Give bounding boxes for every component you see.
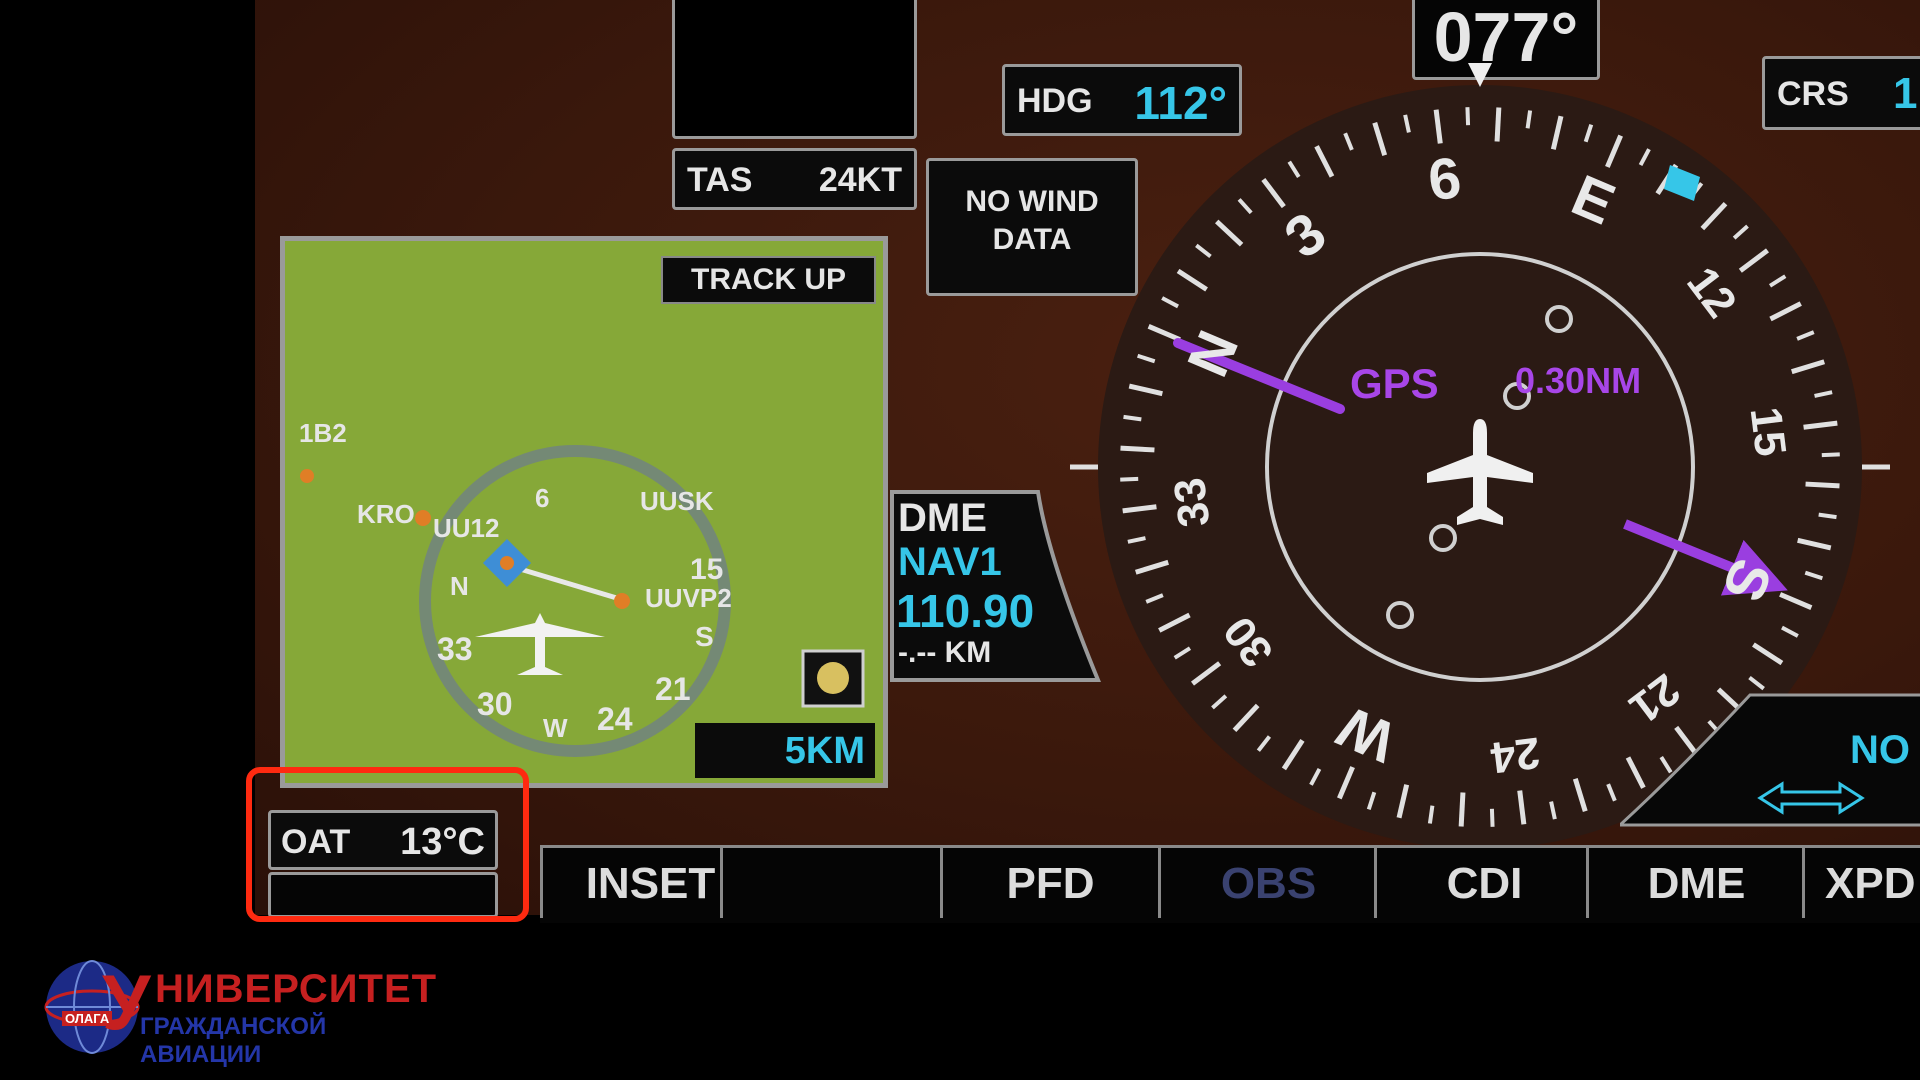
hsi-tick [1427,805,1435,824]
highlight-annotation-box [246,767,529,922]
dme-frequency: 110.90 [896,585,1035,637]
hsi-heading-label: 33 [1165,475,1220,530]
softkey-xpdr[interactable]: XPD [1802,848,1920,918]
hsi-tick [1123,414,1142,422]
cockpit-screen: TAS 24KT HDG 112° NO WIND DATA 077° CRS … [0,0,1920,1080]
hsi-tick [1821,452,1840,458]
softkey-cdi[interactable]: CDI [1374,848,1592,918]
inset-compass-label-6: 21 [655,671,691,707]
hsi-tick [1525,110,1533,129]
hsi-nav-source: GPS [1350,360,1439,407]
inset-range-label: 5KM [695,723,875,778]
hsi-heading-label: 24 [1488,728,1543,783]
hsi-heading-label: 15 [1741,404,1796,459]
logo-ring-text: ОЛАГА [62,1011,113,1026]
inset-compass-label-9: 6 [535,483,550,513]
hsi-tick [1465,107,1471,126]
inset-compass-label-3: 30 [477,686,513,722]
inset-declutter-icon-glyph [817,662,849,694]
inset-waypoint-dot-3 [415,510,431,526]
softkey-obs[interactable]: OBS [1158,848,1376,918]
dme-window[interactable]: DME NAV1 110.90 -.-- KM [888,488,1088,683]
hsi-tick [1489,808,1495,827]
tas-value: 24KT [818,161,902,199]
softkey-dme[interactable]: DME [1586,848,1804,918]
hsi-lubber-top [1468,63,1492,87]
hsi-tick [1120,445,1155,453]
inset-compass-label-2: 33 [437,631,473,667]
inset-compass-label-1: N [450,571,469,601]
softkey-pfd[interactable]: PFD [940,848,1158,918]
softkey-blank[interactable] [720,848,938,918]
inset-waypoint-dot-2 [614,593,630,609]
dme-distance: -.-- KM [898,636,992,669]
logo-subtitle: ГРАЖДАНСКОЙ АВИАЦИИ [140,1013,327,1068]
inset-waypoint-label-1: 1B2 [299,418,347,448]
hsi-tick [1458,792,1466,827]
university-logo: У НИВЕРСИТЕТ ГРАЖДАНСКОЙ АВИАЦИИ ОЛАГА [40,955,436,1068]
inset-compass-label-8: S [695,621,714,652]
hsi-tick [1805,481,1840,489]
inset-map[interactable]: TRACK UP 5KM 1B2 KRO UUSK UU12 UUVP2 N 3… [280,236,888,788]
inset-waypoint-dot-4 [300,469,314,483]
softkey-bar: INSET PFD OBS CDI DME XPD [540,845,1920,923]
logo-title: НИВЕРСИТЕТ [155,967,438,1011]
inset-waypoint-label-5: UUVP2 [645,583,732,613]
inset-compass-label-7: 15 [690,553,724,586]
inset-waypoint-label-2: KRO [357,499,415,529]
hsi-tick [1494,107,1502,142]
hsi-tick [1818,512,1837,520]
tas-box: TAS 24KT [672,148,917,210]
top-black-window [672,0,917,139]
dme-title: DME [898,496,987,540]
inset-waypoint-label-3: UUSK [640,486,714,516]
inset-route-line [509,563,621,602]
hsi-distance: 0.30NM [1515,360,1642,401]
inset-waypoint-label-4: UU12 [433,513,500,543]
inset-compass-label-4: W [543,713,568,743]
dme-source: NAV1 [898,540,1002,584]
hsi-tick [1120,476,1139,482]
inset-compass-label-5: 24 [597,701,633,737]
inset-ownship-aircraft [475,613,605,675]
crs-value: 1 [1893,69,1918,118]
inset-orientation-label: TRACK UP [661,256,876,304]
no-indicator: NO [1850,728,1910,772]
tas-label: TAS [687,161,753,199]
inset-waypoint-dot-1 [500,556,514,570]
